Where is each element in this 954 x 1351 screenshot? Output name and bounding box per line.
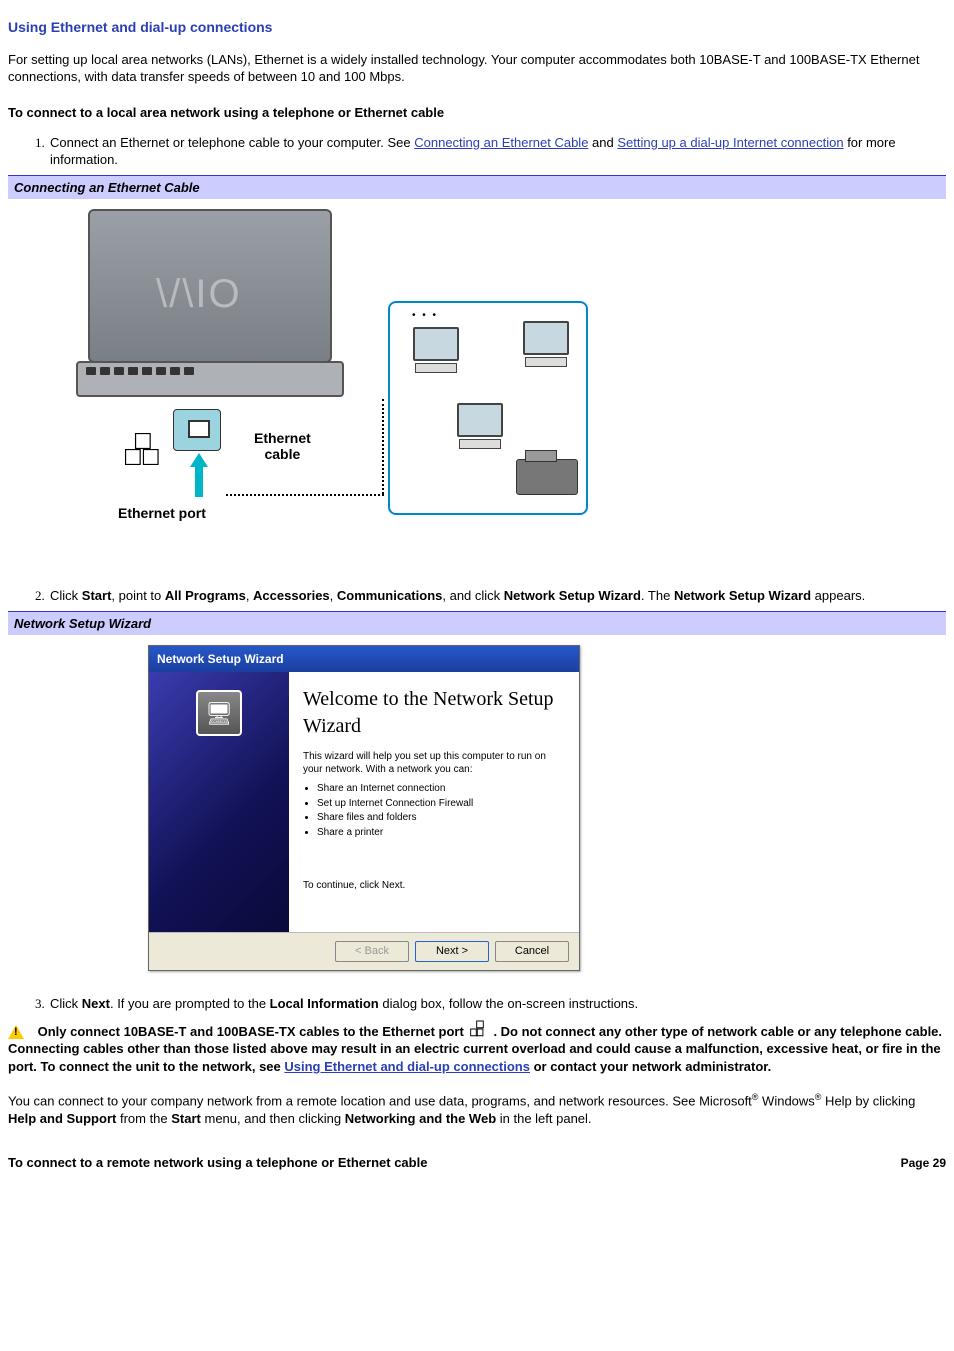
rd: from the: [116, 1111, 171, 1126]
step-1: Connect an Ethernet or telephone cable t…: [48, 134, 946, 169]
pc-icon-2: [518, 321, 574, 367]
wizard-titlebar: Network Setup Wizard: [149, 646, 579, 672]
step-3: Click Next. If you are prompted to the L…: [48, 995, 946, 1013]
pc-icon-1: [408, 327, 464, 373]
s3-localinfo: Local Information: [270, 996, 379, 1011]
wizard-back-button: < Back: [335, 941, 409, 962]
ethernet-plug: [173, 409, 221, 451]
r-netweb: Networking and the Web: [345, 1111, 496, 1126]
network-box: • • •: [388, 301, 588, 515]
wiz-bullet-2: Share files and folders: [317, 811, 565, 825]
dotted-line-h: [226, 494, 384, 496]
network-dots: • • •: [412, 309, 438, 323]
wizard-bullets: Share an Internet connection Set up Inte…: [303, 782, 565, 839]
s3a: Click: [50, 996, 82, 1011]
page-title: Using Ethernet and dial-up connections: [8, 18, 946, 37]
s2-allprograms: All Programs: [165, 588, 246, 603]
s2a: Click: [50, 588, 82, 603]
s2-nsw: Network Setup Wizard: [504, 588, 641, 603]
wizard-cancel-button[interactable]: Cancel: [495, 941, 569, 962]
arrow-stem: [195, 465, 203, 497]
s2-communications: Communications: [337, 588, 442, 603]
s2c: , point to: [111, 588, 164, 603]
s2e: ,: [330, 588, 337, 603]
eth-cable-word1: Ethernet: [254, 430, 311, 446]
s2d: ,: [246, 588, 253, 603]
warn-text-c: or contact your network administrator.: [530, 1059, 771, 1074]
remote-paragraph: You can connect to your company network …: [8, 1091, 946, 1127]
step1-text-a: Connect an Ethernet or telephone cable t…: [50, 135, 414, 150]
label-ethernet-port: Ethernet port: [118, 504, 206, 523]
s2-nsw2: Network Setup Wizard: [674, 588, 811, 603]
subheading-lan: To connect to a local area network using…: [8, 104, 946, 122]
link-using-ethernet-dialup[interactable]: Using Ethernet and dial-up connections: [284, 1059, 530, 1074]
caption-network-wizard: Network Setup Wizard: [8, 611, 946, 636]
s2-accessories: Accessories: [253, 588, 330, 603]
wiz-bullet-0: Share an Internet connection: [317, 782, 565, 796]
dotted-line-v: [382, 399, 384, 494]
step1-text-mid: and: [588, 135, 617, 150]
wiz-bullet-3: Share a printer: [317, 826, 565, 840]
eth-cable-word2: cable: [264, 446, 300, 462]
wizard-desc: This wizard will help you set up this co…: [303, 750, 565, 776]
rf: in the left panel.: [496, 1111, 591, 1126]
wiz-bullet-1: Set up Internet Connection Firewall: [317, 797, 565, 811]
page-number: Page 29: [901, 1155, 946, 1171]
step-2: Click Start, point to All Programs, Acce…: [48, 587, 946, 605]
network-icon: [123, 429, 159, 459]
figure-ethernet-diagram: \/\IO Ethernet cable Ethernet port • • •: [68, 209, 588, 559]
s2h: appears.: [811, 588, 865, 603]
wizard-next-button[interactable]: Next >: [415, 941, 489, 962]
r-start: Start: [171, 1111, 201, 1126]
r-help: Help and Support: [8, 1111, 116, 1126]
rc: Help by clicking: [821, 1094, 915, 1109]
intro-paragraph: For setting up local area networks (LANs…: [8, 51, 946, 86]
wizard-continue: To continue, click Next.: [303, 879, 565, 892]
caption-ethernet-cable: Connecting an Ethernet Cable: [8, 175, 946, 200]
subheading-remote: To connect to a remote network using a t…: [8, 1154, 946, 1172]
wizard-computer-icon: 🖥: [196, 690, 242, 736]
figure-wizard-dialog: Network Setup Wizard 🖥 Welcome to the Ne…: [148, 645, 580, 971]
s3b: . If you are prompted to the: [110, 996, 270, 1011]
pc-icon-3: [452, 403, 508, 449]
link-dialup-connection[interactable]: Setting up a dial-up Internet connection: [617, 135, 843, 150]
wizard-sidebar: 🖥: [149, 672, 289, 932]
ethernet-port-icon: [469, 1025, 491, 1039]
ra: You can connect to your company network …: [8, 1094, 752, 1109]
s3c: dialog box, follow the on-screen instruc…: [379, 996, 638, 1011]
caption2-text: Network Setup Wizard: [14, 616, 151, 631]
printer-icon: [516, 459, 578, 495]
vaio-logo: \/\IO: [156, 267, 242, 321]
s2f: , and click: [442, 588, 503, 603]
link-connecting-ethernet[interactable]: Connecting an Ethernet Cable: [414, 135, 588, 150]
caption1-text: Connecting an Ethernet Cable: [14, 180, 200, 195]
wizard-heading: Welcome to the Network Setup Wizard: [303, 686, 565, 740]
laptop-screen: \/\IO: [88, 209, 332, 363]
rb: Windows: [758, 1094, 814, 1109]
re: menu, and then clicking: [201, 1111, 345, 1126]
s3-next: Next: [82, 996, 110, 1011]
laptop-ports: [86, 367, 194, 375]
s2-start: Start: [82, 588, 112, 603]
warning-icon: [8, 1025, 24, 1039]
warning-block: Only connect 10BASE-T and 100BASE-TX cab…: [8, 1023, 946, 1076]
s2g: . The: [641, 588, 674, 603]
label-ethernet-cable: Ethernet cable: [254, 431, 311, 462]
warn-text-a: Only connect 10BASE-T and 100BASE-TX cab…: [38, 1024, 468, 1039]
